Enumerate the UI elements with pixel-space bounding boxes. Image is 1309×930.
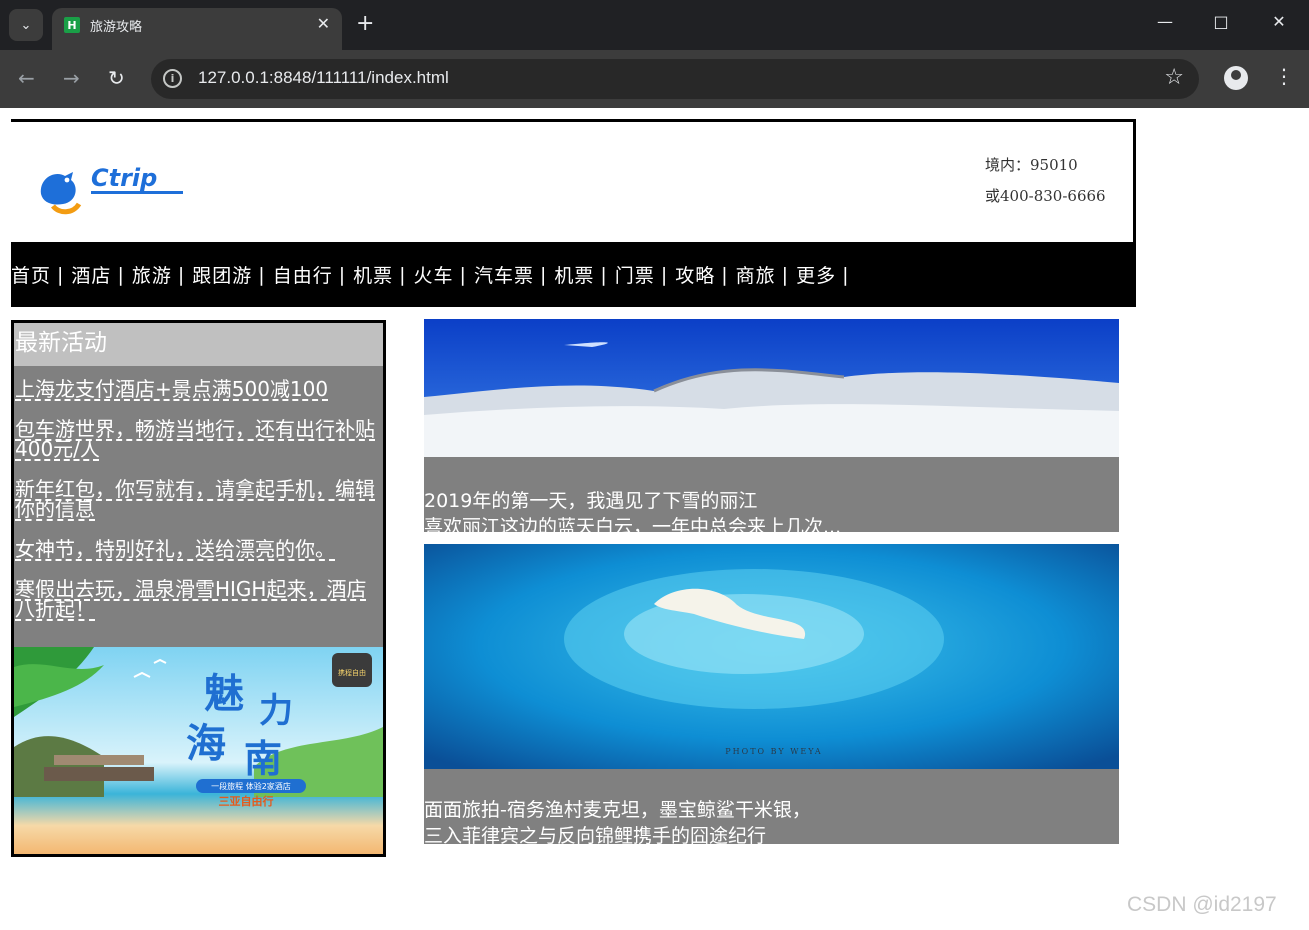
new-tab-plus-icon[interactable]: + xyxy=(356,11,374,36)
nav-item-6[interactable]: 火车 xyxy=(414,261,454,288)
maximize-icon[interactable]: □ xyxy=(1206,12,1236,31)
main-nav: 首页 | 酒店 | 旅游 | 跟团游 | 自由行 | 机票 | 火车 | 汽车票 | 机票 | 门票 | 攻略 | 商旅 | 更… xyxy=(11,242,1136,307)
tab-title: 旅游攻略 xyxy=(90,19,143,34)
nav-separator: | xyxy=(842,263,849,286)
svg-text:Ctrip: Ctrip xyxy=(91,164,157,192)
svg-text:海: 海 xyxy=(186,721,226,767)
nav-separator: | xyxy=(117,263,124,286)
hbuilder-favicon-icon: H xyxy=(64,17,80,33)
activity-list: 上海龙支付酒店+景点满500减100 包车游世界，畅游当地行，还有出行补贴400元… xyxy=(14,366,383,619)
svg-text:携程自由: 携程自由 xyxy=(338,668,366,677)
site-info-icon[interactable]: i xyxy=(163,69,182,88)
minimize-icon[interactable]: — xyxy=(1150,12,1180,31)
nav-item-1[interactable]: 酒店 xyxy=(71,261,111,288)
nav-item-12[interactable]: 更多 xyxy=(796,261,836,288)
browser-tab[interactable]: H 旅游攻略 ✕ xyxy=(52,8,342,50)
forward-arrow-icon[interactable]: → xyxy=(63,66,80,90)
article-card-cebu[interactable]: PHOTO BY WEYA 面面旅拍-宿务渔村麦克坦，墨宝鲸鲨干米银， 三入菲律… xyxy=(424,544,1119,844)
svg-text:魅: 魅 xyxy=(204,671,244,717)
nav-item-4[interactable]: 自由行 xyxy=(273,261,333,288)
nav-separator: | xyxy=(57,263,64,286)
address-bar[interactable]: i 127.0.0.1:8848/111111/index.html ☆ xyxy=(151,59,1199,99)
nav-separator: | xyxy=(459,263,466,286)
nav-item-7[interactable]: 汽车票 xyxy=(474,261,534,288)
nav-separator: | xyxy=(399,263,406,286)
url-text: 127.0.0.1:8848/111111/index.html xyxy=(198,68,449,87)
contact-info: 境内：95010 或400-830-6666 xyxy=(985,150,1106,212)
sidebar-title: 最新活动 xyxy=(14,323,383,366)
activity-link-4[interactable]: 寒假出去玩，温泉滑雪HIGH起来，酒店八折起！ xyxy=(15,579,377,619)
svg-text:PHOTO BY WEYA: PHOTO BY WEYA xyxy=(725,747,822,756)
hainan-promo-banner[interactable]: 魅 力 海 南 携程自由 一段旅程 体验2家酒店 三亚自由行 xyxy=(14,647,383,857)
nav-separator: | xyxy=(539,263,547,286)
contact-domestic: 境内：95010 xyxy=(985,156,1078,174)
window-close-icon[interactable]: ✕ xyxy=(1264,12,1294,31)
activity-link-3[interactable]: 女神节，特别好礼，送给漂亮的你。 xyxy=(15,539,377,559)
nav-item-9[interactable]: 门票 xyxy=(615,261,655,288)
svg-text:南: 南 xyxy=(244,737,282,781)
nav-separator: | xyxy=(660,263,668,286)
nav-separator: | xyxy=(338,263,346,286)
nav-separator: | xyxy=(781,263,789,286)
page-content: Ctrip 境内：95010 或400-830-6666 首页 | 酒店 | 旅游 | 跟团… xyxy=(0,108,1309,930)
browser-menu-icon[interactable]: ⋮ xyxy=(1274,64,1294,88)
nav-item-2[interactable]: 旅游 xyxy=(132,261,172,288)
svg-text:力: 力 xyxy=(259,691,293,731)
article-1-line2: 喜欢丽江这边的蓝天白云，一年中总会来上几次... xyxy=(424,516,842,532)
tab-search-chevron-icon[interactable]: ⌄ xyxy=(9,9,43,41)
back-arrow-icon[interactable]: ← xyxy=(18,66,35,90)
bookmark-star-icon[interactable]: ☆ xyxy=(1164,65,1184,90)
article-1-line1: 2019年的第一天，我遇见了下雪的丽江 xyxy=(424,490,758,512)
contact-phone: 或400-830-6666 xyxy=(985,187,1106,205)
profile-avatar-icon[interactable] xyxy=(1224,66,1248,90)
activity-link-2[interactable]: 新年红包，你写就有，请拿起手机，编辑你的信息 xyxy=(15,479,377,519)
nav-item-11[interactable]: 商旅 xyxy=(736,261,776,288)
close-tab-icon[interactable]: ✕ xyxy=(317,14,330,33)
article-2-line2: 三入菲律宾之与反向锦鲤携手的囧途纪行 xyxy=(424,825,767,844)
nav-item-8[interactable]: 机票 xyxy=(554,261,594,288)
csdn-watermark: CSDN @id2197 xyxy=(1127,893,1277,916)
article-card-lijiang[interactable]: 2019年的第一天，我遇见了下雪的丽江 喜欢丽江这边的蓝天白云，一年中总会来上几… xyxy=(424,319,1119,532)
activity-link-1[interactable]: 包车游世界，畅游当地行，还有出行补贴400元/人 xyxy=(15,419,377,459)
nav-separator: | xyxy=(721,263,728,286)
ctrip-logo[interactable]: Ctrip xyxy=(33,156,193,216)
svg-text:一段旅程 体验2家酒店: 一段旅程 体验2家酒店 xyxy=(211,781,291,791)
browser-tab-bar: ⌄ H 旅游攻略 ✕ + — □ ✕ xyxy=(0,0,1309,50)
latest-activities-panel: 最新活动 上海龙支付酒店+景点满500减100 包车游世界，畅游当地行，还有出行补… xyxy=(11,320,386,857)
nav-separator: | xyxy=(258,263,265,286)
nav-item-5[interactable]: 机票 xyxy=(353,261,393,288)
snow-mountain-photo xyxy=(424,319,1119,457)
reload-icon[interactable]: ↻ xyxy=(108,66,125,90)
nav-item-3[interactable]: 跟团游 xyxy=(192,261,252,288)
nav-separator: | xyxy=(600,263,607,286)
nav-separator: | xyxy=(177,263,185,286)
activity-link-0[interactable]: 上海龙支付酒店+景点满500减100 xyxy=(15,379,377,399)
svg-text:三亚自由行: 三亚自由行 xyxy=(219,794,274,808)
island-aerial-photo: PHOTO BY WEYA xyxy=(424,544,1119,769)
site-header: Ctrip 境内：95010 或400-830-6666 xyxy=(11,119,1136,242)
nav-item-0[interactable]: 首页 xyxy=(11,261,51,288)
nav-item-10[interactable]: 攻略 xyxy=(675,261,715,288)
address-toolbar: ← → ↻ i 127.0.0.1:8848/111111/index.html… xyxy=(0,50,1309,108)
article-2-line1: 面面旅拍-宿务渔村麦克坦，墨宝鲸鲨干米银， xyxy=(424,799,811,821)
